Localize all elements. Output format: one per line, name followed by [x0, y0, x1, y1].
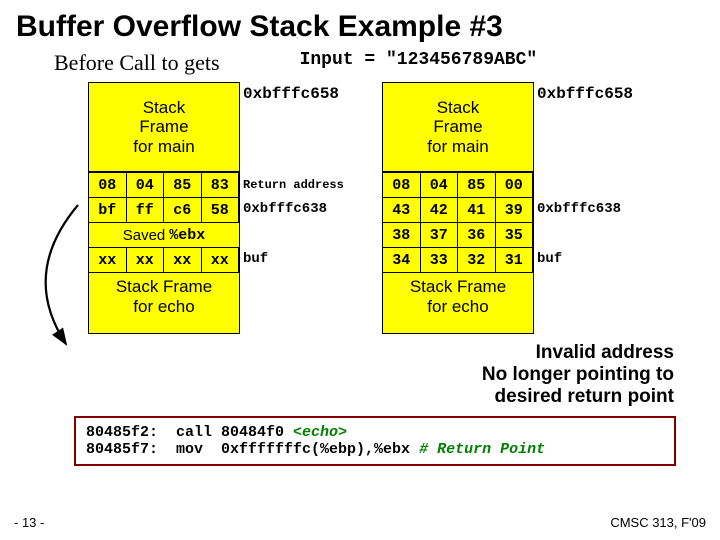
code-l1b: <echo>: [293, 424, 347, 441]
byte: 83: [202, 173, 240, 197]
after-row-1: 43 42 41 39 0xbfffc638: [383, 197, 533, 222]
addr-top-after: 0xbfffc658: [537, 85, 633, 103]
byte: 33: [421, 248, 459, 272]
byte: c6: [164, 198, 202, 222]
byte: ff: [127, 198, 165, 222]
byte: xx: [164, 248, 202, 272]
addr-top-before: 0xbfffc658: [243, 85, 339, 103]
main-frame-text: Stack Frame for main: [427, 98, 488, 157]
byte: 41: [458, 198, 496, 222]
byte: 39: [496, 198, 534, 222]
row-note: 0xbfffc638: [243, 201, 327, 217]
slide-title: Buffer Overflow Stack Example #3: [16, 10, 704, 44]
byte: xx: [89, 248, 127, 272]
byte: 38: [383, 223, 421, 247]
byte: 34: [383, 248, 421, 272]
byte: xx: [202, 248, 240, 272]
after-row-2: 38 37 36 35: [383, 222, 533, 247]
disassembly-box: 80485f2: call 80484f0 <echo> 80485f7: mo…: [74, 416, 676, 466]
saved-ebx-row: Saved %ebx: [89, 222, 239, 247]
byte: 35: [496, 223, 534, 247]
byte: 08: [89, 173, 127, 197]
after-row-3: 34 33 32 31 buf: [383, 247, 533, 272]
row-note: buf: [537, 251, 562, 267]
byte: 32: [458, 248, 496, 272]
row-note: Return address: [243, 178, 344, 192]
byte: 08: [383, 173, 421, 197]
byte: bf: [89, 198, 127, 222]
byte: 00: [496, 173, 534, 197]
course-footer: CMSC 313, F'09: [610, 515, 706, 530]
byte: 04: [421, 173, 459, 197]
byte: 43: [383, 198, 421, 222]
byte: 42: [421, 198, 459, 222]
main-frame-after: Stack Frame for main 0xbfffc658: [382, 82, 534, 172]
byte: 31: [496, 248, 534, 272]
stack-before: Stack Frame for main 0xbfffc658 08 04 85…: [88, 82, 240, 334]
code-l1a: 80485f2: call 80484f0: [86, 424, 293, 441]
byte: 85: [164, 173, 202, 197]
before-row-0: 08 04 85 83 Return address: [89, 172, 239, 197]
before-buf-row: xx xx xx xx buf: [89, 247, 239, 272]
main-frame-text: Stack Frame for main: [133, 98, 194, 157]
row-note: 0xbfffc638: [537, 201, 621, 217]
page-number: - 13 -: [14, 515, 44, 530]
row-note: buf: [243, 251, 268, 267]
before-row-1: bf ff c6 58 0xbfffc638: [89, 197, 239, 222]
saved-reg: %ebx: [169, 227, 205, 244]
echo-frame-text: Stack Frame for echo: [410, 277, 506, 316]
byte: 85: [458, 173, 496, 197]
echo-frame-text: Stack Frame for echo: [116, 277, 212, 316]
echo-frame-after: Stack Frame for echo: [382, 273, 534, 334]
code-l2a: 80485f7: mov 0xfffffffc(%ebp),%ebx: [86, 441, 419, 458]
after-row-0: 08 04 85 00: [383, 172, 533, 197]
main-frame-before: Stack Frame for main 0xbfffc658: [88, 82, 240, 172]
input-heading: Input = "123456789ABC": [300, 50, 538, 76]
byte: 36: [458, 223, 496, 247]
echo-frame-before: Stack Frame for echo: [88, 273, 240, 334]
invalid-note: Invalid address No longer pointing to de…: [16, 342, 674, 408]
stack-after: Stack Frame for main 0xbfffc658 08 04 85…: [382, 82, 534, 334]
byte: 58: [202, 198, 240, 222]
before-heading: Before Call to gets: [54, 50, 220, 76]
byte: 37: [421, 223, 459, 247]
byte: 04: [127, 173, 165, 197]
code-l2b: # Return Point: [419, 441, 545, 458]
byte: xx: [127, 248, 165, 272]
saved-label: Saved: [123, 227, 166, 244]
